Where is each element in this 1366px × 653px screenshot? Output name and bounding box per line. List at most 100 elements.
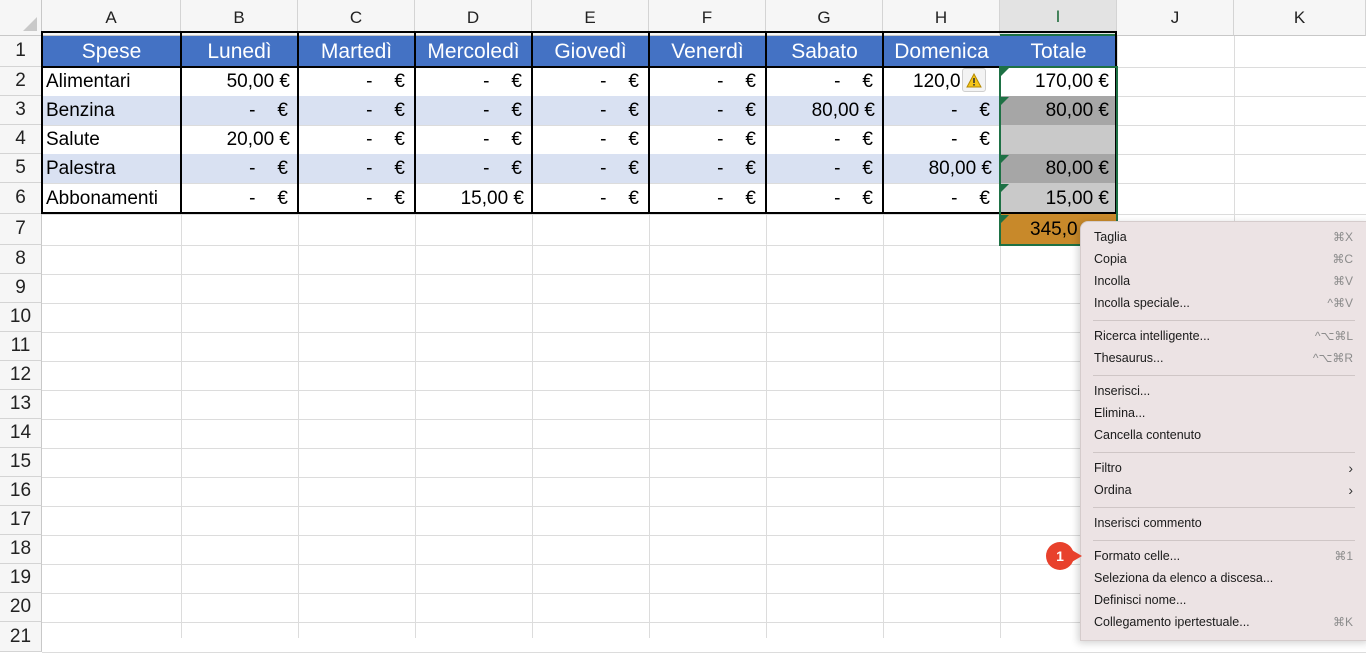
table-header-col-1[interactable]: Lunedì (181, 36, 298, 67)
empty-currency-cell[interactable]: - € (649, 96, 766, 125)
table-header-col-5[interactable]: Venerdì (649, 36, 766, 67)
table-header-col-8[interactable]: Totale (1000, 36, 1117, 67)
total-cell[interactable]: 170,00 € (1000, 67, 1117, 96)
row-header-11[interactable]: 11 (0, 332, 42, 361)
menu-item-taglia[interactable]: Taglia ⌘X (1081, 226, 1366, 248)
column-header-k[interactable]: K (1234, 0, 1366, 36)
menu-item-seleziona-da-elenco-a-discesa[interactable]: Seleziona da elenco a discesa... (1081, 567, 1366, 589)
empty-currency-cell[interactable]: - € (649, 67, 766, 96)
row-header-1[interactable]: 1 (0, 36, 42, 67)
table-header-spese[interactable]: Spese (42, 36, 181, 67)
column-header-f[interactable]: F (649, 0, 766, 36)
menu-item-elimina[interactable]: Elimina... (1081, 402, 1366, 424)
empty-currency-cell[interactable]: - € (415, 125, 532, 154)
menu-item-definisci-nome[interactable]: Definisci nome... (1081, 589, 1366, 611)
empty-currency-cell[interactable]: - € (532, 125, 649, 154)
empty-currency-cell[interactable]: - € (649, 154, 766, 183)
row-label-cell[interactable]: Abbonamenti (42, 183, 181, 214)
row-header-21[interactable]: 21 (0, 622, 42, 652)
row-header-20[interactable]: 20 (0, 593, 42, 622)
table-header-col-4[interactable]: Giovedì (532, 36, 649, 67)
menu-item-collegamento-ipertestuale[interactable]: Collegamento ipertestuale... ⌘K (1081, 611, 1366, 633)
empty-currency-cell[interactable]: - € (532, 183, 649, 214)
amount-cell[interactable]: 80,00 € (766, 96, 883, 125)
empty-currency-cell[interactable]: - € (181, 154, 298, 183)
row-label-cell[interactable]: Alimentari (42, 67, 181, 96)
empty-currency-cell[interactable]: - € (766, 125, 883, 154)
menu-item-inserisci[interactable]: Inserisci... (1081, 380, 1366, 402)
menu-item-incolla-speciale[interactable]: Incolla speciale... ^⌘V (1081, 292, 1366, 314)
row-header-6[interactable]: 6 (0, 183, 42, 214)
column-header-j[interactable]: J (1117, 0, 1234, 36)
column-header-b[interactable]: B (181, 0, 298, 36)
empty-currency-cell[interactable]: - € (298, 183, 415, 214)
menu-item-ordina[interactable]: Ordina › (1081, 479, 1366, 501)
row-header-8[interactable]: 8 (0, 245, 42, 274)
amount-cell[interactable]: 50,00 € (181, 67, 298, 96)
empty-currency-cell[interactable]: - € (415, 67, 532, 96)
table-header-col-7[interactable]: Domenica (883, 36, 1000, 67)
column-header-c[interactable]: C (298, 0, 415, 36)
row-label-cell[interactable]: Salute (42, 125, 181, 154)
row-header-13[interactable]: 13 (0, 390, 42, 419)
menu-item-ricerca-intelligente[interactable]: Ricerca intelligente... ^⌥⌘L (1081, 325, 1366, 347)
empty-currency-cell[interactable]: - € (883, 96, 1000, 125)
menu-item-cancella-contenuto[interactable]: Cancella contenuto (1081, 424, 1366, 446)
select-all-corner[interactable] (0, 0, 42, 36)
table-header-col-3[interactable]: Mercoledì (415, 36, 532, 67)
row-label-cell[interactable]: Palestra (42, 154, 181, 183)
row-header-18[interactable]: 18 (0, 535, 42, 564)
amount-cell[interactable]: 80,00 € (883, 154, 1000, 183)
menu-item-incolla[interactable]: Incolla ⌘V (1081, 270, 1366, 292)
menu-item-thesaurus[interactable]: Thesaurus... ^⌥⌘R (1081, 347, 1366, 369)
total-cell[interactable]: 80,00 € (1000, 154, 1117, 183)
empty-currency-cell[interactable]: - € (298, 125, 415, 154)
row-label-cell[interactable]: Benzina (42, 96, 181, 125)
empty-currency-cell[interactable]: - € (766, 183, 883, 214)
empty-currency-cell[interactable]: - € (298, 67, 415, 96)
row-header-14[interactable]: 14 (0, 419, 42, 448)
empty-currency-cell[interactable]: - € (766, 154, 883, 183)
total-cell[interactable] (1000, 125, 1117, 154)
empty-currency-cell[interactable]: - € (298, 96, 415, 125)
amount-cell[interactable]: 15,00 € (415, 183, 532, 214)
empty-currency-cell[interactable]: - € (415, 96, 532, 125)
empty-currency-cell[interactable]: - € (883, 125, 1000, 154)
column-header-i[interactable]: I (1000, 0, 1117, 36)
empty-currency-cell[interactable]: - € (883, 183, 1000, 214)
empty-currency-cell[interactable]: - € (649, 125, 766, 154)
column-header-g[interactable]: G (766, 0, 883, 36)
table-header-col-2[interactable]: Martedì (298, 36, 415, 67)
empty-currency-cell[interactable]: - € (766, 67, 883, 96)
empty-currency-cell[interactable]: - € (649, 183, 766, 214)
context-menu[interactable]: Taglia ⌘X Copia ⌘C Incolla ⌘V Incolla speciale… (1080, 221, 1366, 641)
total-cell[interactable]: 80,00 € (1000, 96, 1117, 125)
empty-currency-cell[interactable]: - € (532, 67, 649, 96)
empty-currency-cell[interactable]: - € (532, 96, 649, 125)
column-header-h[interactable]: H (883, 0, 1000, 36)
row-header-15[interactable]: 15 (0, 448, 42, 477)
row-header-7[interactable]: 7 (0, 214, 42, 245)
row-header-12[interactable]: 12 (0, 361, 42, 390)
row-header-5[interactable]: 5 (0, 154, 42, 183)
menu-item-inserisci-commento[interactable]: Inserisci commento (1081, 512, 1366, 534)
row-header-16[interactable]: 16 (0, 477, 42, 506)
column-header-e[interactable]: E (532, 0, 649, 36)
row-header-4[interactable]: 4 (0, 125, 42, 154)
menu-item-formato-celle[interactable]: Formato celle... ⌘1 (1081, 545, 1366, 567)
total-cell[interactable]: 15,00 € (1000, 183, 1117, 214)
empty-currency-cell[interactable]: - € (181, 96, 298, 125)
amount-cell[interactable]: 20,00 € (181, 125, 298, 154)
row-header-17[interactable]: 17 (0, 506, 42, 535)
row-header-3[interactable]: 3 (0, 96, 42, 125)
empty-currency-cell[interactable]: - € (181, 183, 298, 214)
row-header-2[interactable]: 2 (0, 67, 42, 96)
menu-item-copia[interactable]: Copia ⌘C (1081, 248, 1366, 270)
menu-item-filtro[interactable]: Filtro › (1081, 457, 1366, 479)
empty-currency-cell[interactable]: - € (415, 154, 532, 183)
row-header-19[interactable]: 19 (0, 564, 42, 593)
warning-triangle-icon[interactable] (962, 68, 986, 92)
column-header-a[interactable]: A (42, 0, 181, 36)
table-header-col-6[interactable]: Sabato (766, 36, 883, 67)
empty-currency-cell[interactable]: - € (298, 154, 415, 183)
